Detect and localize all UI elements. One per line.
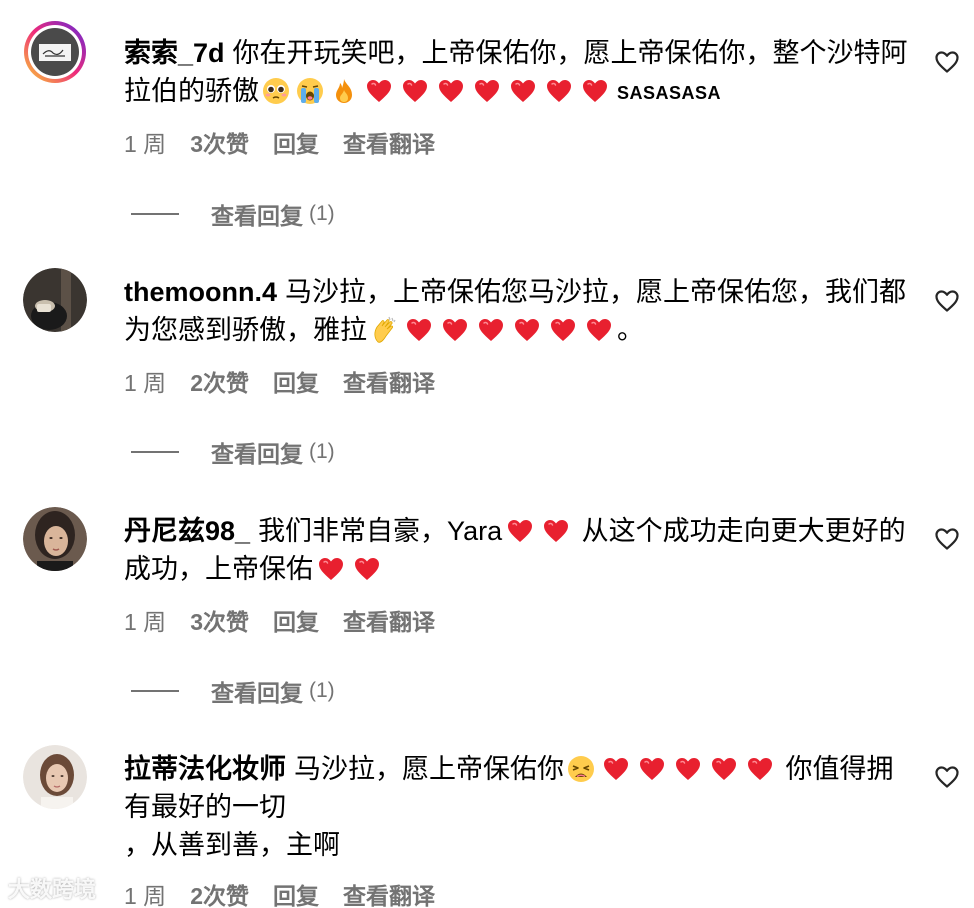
reply-count: (1) — [309, 440, 335, 463]
view-replies-button[interactable]: 查看回复 (1) — [131, 674, 335, 708]
translate-button[interactable]: 查看翻译 — [343, 877, 435, 908]
comment-body: 马沙拉，愿上帝保佑你 — [294, 754, 564, 784]
comment-meta: 1 周 3次赞 回复 查看翻译 — [124, 603, 459, 637]
red-heart-emoji — [582, 79, 608, 103]
comment-time: 1 周 — [124, 370, 167, 396]
comment-body: 我们非常自豪，Yara — [258, 516, 503, 546]
comment-text: 索索_7d 你在开玩笑吧，上帝保佑你，愿上帝保佑你，整个沙特阿拉伯的骄傲 SASAS… — [124, 34, 914, 112]
red-heart-emoji — [366, 79, 392, 103]
comment-meta: 1 周 2次赞 回复 查看翻译 — [124, 877, 459, 908]
likes-count[interactable]: 3次赞 — [190, 603, 249, 637]
reply-button[interactable]: 回复 — [273, 364, 319, 398]
red-heart-emoji — [546, 79, 572, 103]
weary-face-emoji — [564, 754, 598, 784]
red-heart-emoji — [406, 318, 432, 342]
comment-time: 1 周 — [124, 131, 167, 157]
like-heart-icon[interactable] — [934, 765, 960, 789]
clapping-hands-emoji — [367, 315, 401, 345]
red-heart-emoji — [510, 79, 536, 103]
avatar[interactable] — [23, 268, 87, 332]
red-heart-emoji — [402, 79, 428, 103]
reply-count: (1) — [309, 202, 335, 225]
red-heart-emoji — [586, 318, 612, 342]
comment-meta: 1 周 2次赞 回复 查看翻译 — [124, 364, 459, 398]
red-heart-emoji — [474, 79, 500, 103]
reply-button[interactable]: 回复 — [273, 125, 319, 159]
comment-tail: SASASASA — [617, 83, 722, 103]
red-heart-emoji — [318, 557, 344, 581]
reply-button[interactable]: 回复 — [273, 603, 319, 637]
comment-username[interactable]: 拉蒂法化妆师 — [124, 754, 286, 784]
view-replies-label: 查看回复 — [211, 203, 303, 229]
avatar[interactable] — [23, 745, 87, 809]
view-replies-label: 查看回复 — [211, 441, 303, 467]
comment-tail: 。 — [617, 315, 644, 345]
comment-meta: 1 周 3次赞 回复 查看翻译 — [124, 125, 459, 159]
red-heart-emoji — [507, 519, 533, 543]
red-heart-emoji — [478, 318, 504, 342]
comment-text: 拉蒂法化妆师 马沙拉，愿上帝保佑你 你值得拥有最好的一切 ，从善到善，主啊 — [124, 750, 914, 864]
reply-count: (1) — [309, 679, 335, 702]
like-heart-icon[interactable] — [934, 527, 960, 551]
comment-username[interactable]: themoonn.4 — [124, 277, 277, 307]
likes-count[interactable]: 2次赞 — [190, 364, 249, 398]
comments-list: 索索_7d 你在开玩笑吧，上帝保佑你，愿上帝保佑你，整个沙特阿拉伯的骄傲 SASAS… — [0, 0, 974, 908]
comment-body-end: ，从善到善，主啊 — [124, 830, 340, 860]
comment-username[interactable]: 丹尼兹98_ — [124, 516, 250, 546]
avatar[interactable] — [23, 507, 87, 571]
comment-time: 1 周 — [124, 609, 167, 635]
comment-text: themoonn.4 马沙拉，上帝保佑您马沙拉，愿上帝保佑您，我们都为您感到骄傲，… — [124, 273, 914, 349]
comment-username[interactable]: 索索_7d — [124, 38, 225, 68]
translate-button[interactable]: 查看翻译 — [343, 364, 435, 398]
red-heart-emoji — [438, 79, 464, 103]
red-heart-emoji — [639, 757, 665, 781]
likes-count[interactable]: 3次赞 — [190, 125, 249, 159]
divider — [131, 690, 179, 692]
divider — [131, 213, 179, 215]
divider — [131, 451, 179, 453]
red-heart-emoji — [747, 757, 773, 781]
red-heart-emoji — [675, 757, 701, 781]
like-heart-icon[interactable] — [934, 50, 960, 74]
likes-count[interactable]: 2次赞 — [190, 877, 249, 908]
fire-emoji — [327, 76, 361, 106]
avatar[interactable] — [23, 20, 87, 84]
comment-time: 1 周 — [124, 883, 167, 908]
red-heart-emoji — [603, 757, 629, 781]
story-ring-avatar — [24, 21, 86, 83]
watermark: 大数跨境 — [8, 877, 97, 902]
pleading-face-emoji — [259, 76, 293, 106]
view-replies-button[interactable]: 查看回复 (1) — [131, 197, 335, 231]
reply-button[interactable]: 回复 — [273, 877, 319, 908]
view-replies-label: 查看回复 — [211, 680, 303, 706]
red-heart-emoji — [711, 757, 737, 781]
loudly-crying-face-emoji — [293, 76, 327, 106]
comment-text: 丹尼兹98_ 我们非常自豪，Yara 从这个成功走向更大更好的成功，上帝保佑 — [124, 512, 914, 588]
red-heart-emoji — [354, 557, 380, 581]
translate-button[interactable]: 查看翻译 — [343, 125, 435, 159]
translate-button[interactable]: 查看翻译 — [343, 603, 435, 637]
like-heart-icon[interactable] — [934, 289, 960, 313]
red-heart-emoji — [514, 318, 540, 342]
view-replies-button[interactable]: 查看回复 (1) — [131, 435, 335, 469]
red-heart-emoji — [550, 318, 576, 342]
red-heart-emoji — [543, 519, 569, 543]
red-heart-emoji — [442, 318, 468, 342]
